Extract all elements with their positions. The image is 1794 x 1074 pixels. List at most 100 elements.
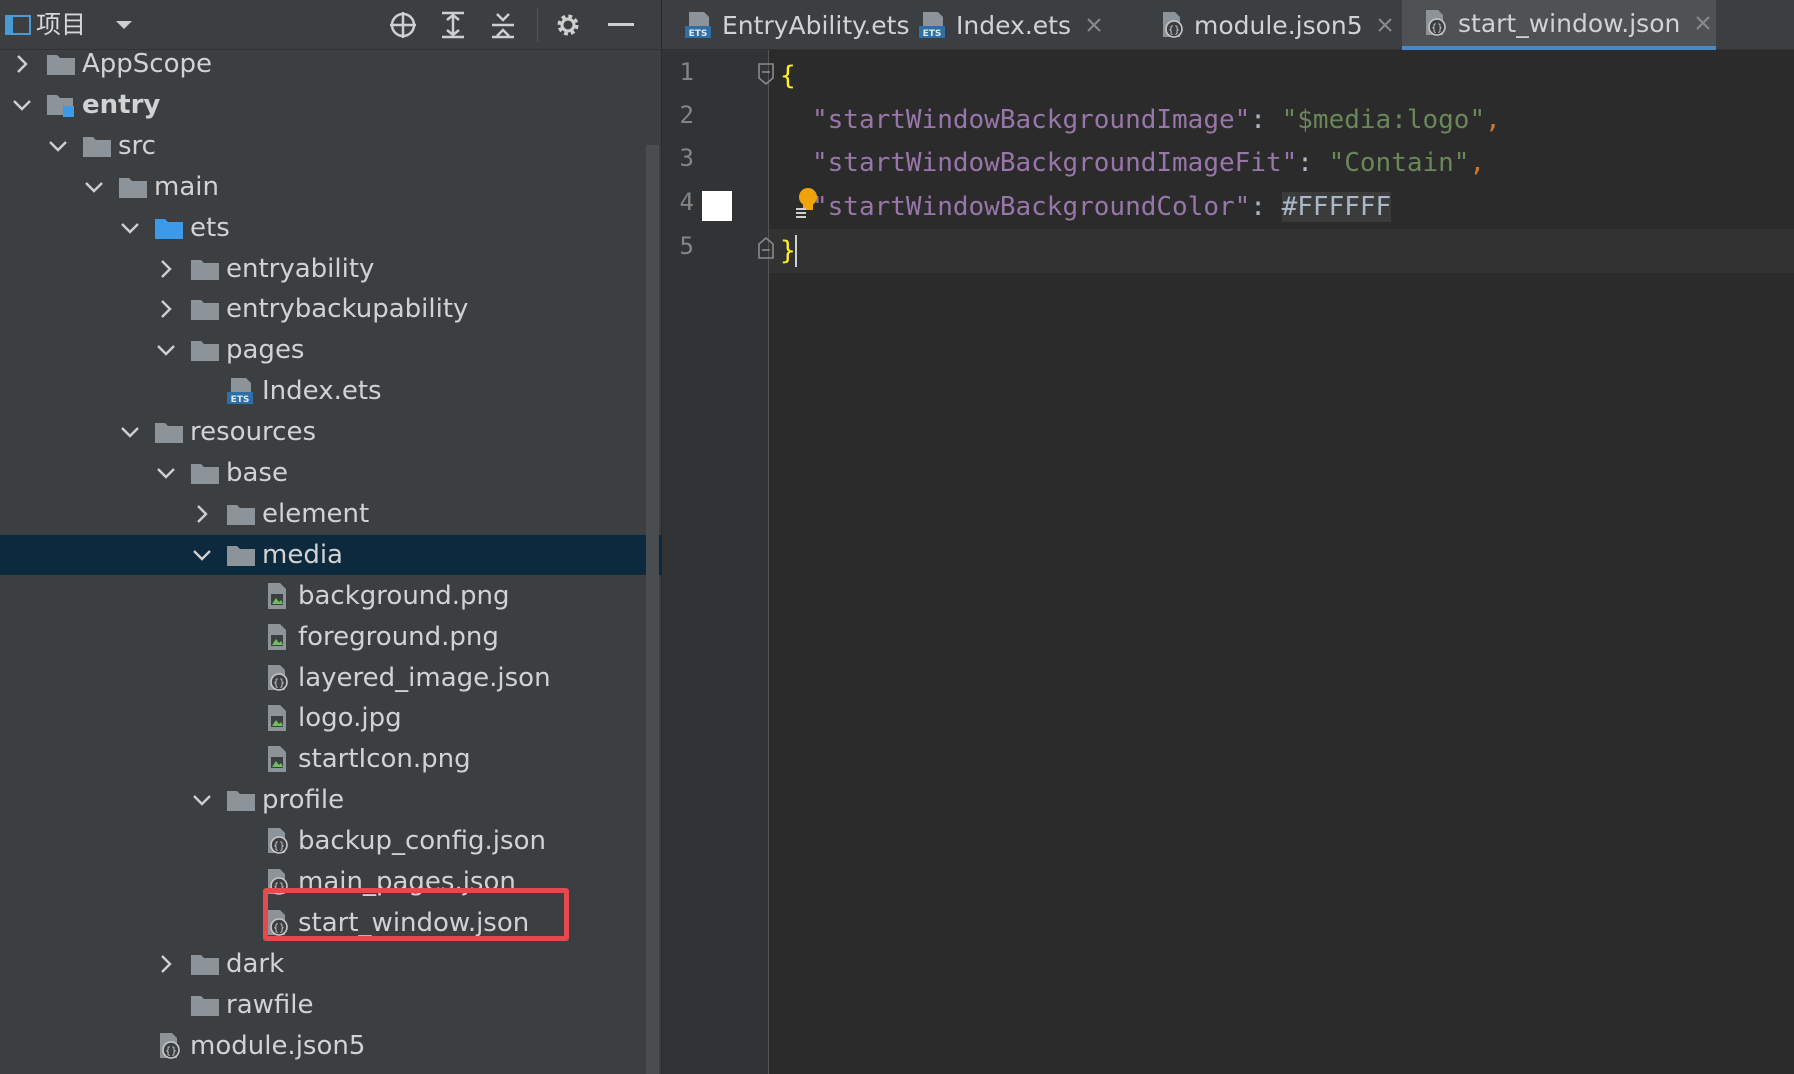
tree-item[interactable]: background.png: [0, 576, 662, 616]
fold-collapse-icon[interactable]: [757, 62, 775, 90]
expand-all-icon[interactable]: [435, 7, 471, 43]
tree-item[interactable]: mock: [0, 1067, 662, 1074]
tree-item[interactable]: media: [0, 534, 662, 575]
tree-item-label: dark: [226, 948, 285, 979]
tree-item[interactable]: entrybackupability: [0, 289, 662, 329]
folder-icon: [82, 133, 112, 159]
svg-text:{}: {}: [1168, 25, 1180, 36]
chevron-down-icon[interactable]: [190, 788, 214, 812]
code-line-1[interactable]: {: [780, 54, 796, 98]
chevron-down-icon[interactable]: [154, 338, 178, 362]
close-icon[interactable]: [1085, 16, 1103, 34]
line-number: 1: [679, 58, 694, 86]
tab-label: start_window.json: [1458, 8, 1681, 38]
editor-tab[interactable]: ETS Index.ets: [918, 0, 1148, 50]
tree-item[interactable]: profile: [0, 780, 662, 820]
line-number: 3: [679, 144, 694, 172]
gear-icon[interactable]: [550, 7, 586, 43]
tree-item-label: entrybackupability: [226, 294, 469, 325]
chevron-down-icon[interactable]: [82, 175, 106, 199]
folder-icon: [190, 951, 220, 977]
close-icon[interactable]: [1694, 14, 1712, 32]
project-view-icon[interactable]: [0, 7, 36, 43]
tree-item[interactable]: entryability: [0, 249, 662, 289]
collapse-all-icon[interactable]: [485, 7, 521, 43]
folder-icon: [118, 174, 148, 200]
tree-item[interactable]: foreground.png: [0, 617, 662, 657]
chevron-right-icon[interactable]: [154, 952, 178, 976]
fold-end-icon[interactable]: [757, 236, 775, 264]
tree-item[interactable]: src: [0, 126, 662, 166]
json-value: #FFFFFF: [1281, 192, 1392, 222]
highlight-annotation-box: [263, 888, 569, 941]
json-colon: :: [1250, 105, 1282, 135]
chevron-right-icon[interactable]: [10, 52, 34, 76]
color-preview-swatch[interactable]: [702, 191, 732, 221]
json-file-icon: {}: [1420, 8, 1450, 38]
tree-item[interactable]: base: [0, 453, 662, 493]
json-colon: :: [1250, 192, 1282, 222]
json-comma: ,: [1485, 105, 1501, 135]
tree-item[interactable]: {} module.json5: [0, 1026, 662, 1066]
tree-item[interactable]: {} layered_image.json: [0, 658, 662, 698]
tree-item-label: profile: [262, 785, 345, 816]
tree-item[interactable]: ETS Index.ets: [0, 371, 662, 411]
tree-item-label: startIcon.png: [298, 744, 471, 775]
tree-item[interactable]: logo.jpg: [0, 698, 662, 738]
tree-item-label: AppScope: [82, 50, 212, 79]
tree-item[interactable]: {} backup_config.json: [0, 821, 662, 861]
svg-text:{}: {}: [273, 678, 285, 689]
tree-item-label: entry: [82, 89, 161, 120]
tree-item[interactable]: pages: [0, 330, 662, 370]
tree-item-label: rawfile: [226, 989, 314, 1020]
code-line-5[interactable]: }: [780, 229, 796, 273]
tree-item[interactable]: startIcon.png: [0, 739, 662, 779]
editor-tab[interactable]: ETS EntryAbility.ets: [684, 0, 939, 50]
project-toolbar: 项目: [0, 0, 662, 50]
lightbulb-icon[interactable]: [794, 186, 818, 220]
current-line-highlight: [768, 229, 1794, 273]
chevron-down-icon[interactable]: [46, 134, 70, 158]
chevron-down-icon[interactable]: [10, 93, 34, 117]
locate-file-icon[interactable]: [385, 7, 421, 43]
close-icon[interactable]: [1377, 16, 1393, 34]
json-file-icon: {}: [154, 1032, 184, 1059]
folder-icon: [154, 419, 184, 445]
tree-item[interactable]: element: [0, 494, 662, 534]
tree-item[interactable]: AppScope: [0, 50, 662, 84]
tree-item[interactable]: rawfile: [0, 985, 662, 1025]
chevron-right-icon[interactable]: [154, 297, 178, 321]
chevron-down-icon[interactable]: [118, 420, 142, 444]
tree-item[interactable]: resources: [0, 412, 662, 452]
chevron-down-icon[interactable]: [118, 216, 142, 240]
chevron-down-icon[interactable]: [190, 543, 214, 567]
minimize-icon[interactable]: [603, 7, 639, 43]
editor-tab[interactable]: {} module.json5: [1158, 0, 1392, 50]
svg-text:ETS: ETS: [231, 395, 250, 405]
tree-item[interactable]: dark: [0, 944, 662, 984]
tree-item-label: resources: [190, 417, 317, 448]
tree-item-label: foreground.png: [298, 621, 499, 652]
editor-tab[interactable]: {} start_window.json: [1402, 0, 1716, 50]
tree-scrollbar[interactable]: [646, 145, 659, 1074]
tree-item[interactable]: main: [0, 167, 662, 207]
chevron-right-icon[interactable]: [190, 502, 214, 526]
code-line-4[interactable]: "startWindowBackgroundColor": #FFFFFF: [812, 185, 1392, 229]
json-value: "Contain": [1328, 148, 1470, 178]
tree-item[interactable]: ets: [0, 208, 662, 248]
chevron-down-icon[interactable]: [154, 461, 178, 485]
source-folder-icon: [154, 215, 184, 241]
code-line-2[interactable]: "startWindowBackgroundImage": "$media:lo…: [812, 98, 1501, 142]
tree-item-label: media: [262, 539, 343, 570]
panel-title[interactable]: 项目: [36, 8, 86, 42]
image-file-icon: [262, 746, 292, 773]
chevron-down-icon[interactable]: [106, 7, 142, 43]
tree-item[interactable]: entry: [0, 85, 662, 125]
chevron-right-icon[interactable]: [154, 257, 178, 281]
code-line-3[interactable]: "startWindowBackgroundImageFit": "Contai…: [812, 141, 1485, 185]
tab-label: module.json5: [1194, 10, 1363, 40]
